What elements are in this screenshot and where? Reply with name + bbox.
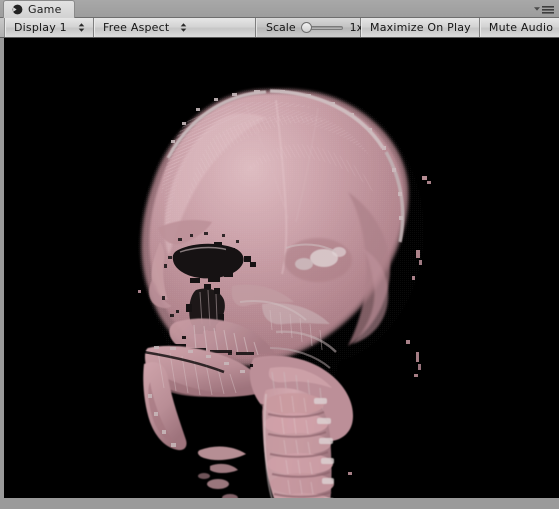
mute-audio-label: Mute Audio [488, 21, 554, 34]
cervical-spine [257, 388, 334, 498]
tab-game-label: Game [28, 2, 62, 16]
display-dropdown-label: Display 1 [14, 21, 67, 34]
scale-control: Scale 1x [256, 18, 363, 37]
stepper-updown-icon [67, 21, 86, 34]
scale-label: Scale [266, 21, 296, 34]
panel-tab-bar: Game [0, 0, 559, 18]
unity-game-panel: Game Display 1 Free Aspect Scale 1x Maxi… [0, 0, 559, 509]
game-view-toolbar: Display 1 Free Aspect Scale 1x Maximize … [0, 18, 559, 38]
game-viewport[interactable] [4, 38, 559, 498]
maximize-on-play-button[interactable]: Maximize On Play [361, 18, 480, 37]
aspect-ratio-label: Free Aspect [103, 21, 170, 34]
gameview-icon [12, 4, 23, 15]
scale-slider[interactable] [300, 21, 343, 34]
scale-slider-thumb[interactable] [300, 22, 312, 33]
game-viewport-frame [0, 38, 559, 509]
display-dropdown[interactable]: Display 1 [5, 18, 94, 37]
mute-audio-button[interactable]: Mute Audio [479, 18, 559, 37]
volumetric-skull-render [4, 38, 559, 498]
maximize-on-play-label: Maximize On Play [370, 21, 471, 34]
stepper-updown-icon [169, 21, 188, 34]
scale-slider-track [306, 26, 343, 30]
aspect-ratio-dropdown[interactable]: Free Aspect [94, 18, 256, 37]
tab-game[interactable]: Game [3, 0, 75, 18]
